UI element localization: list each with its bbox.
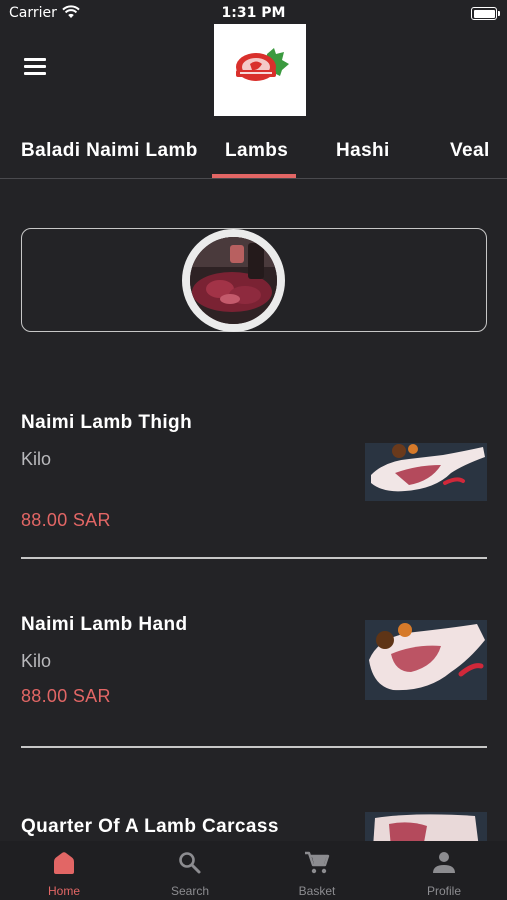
product-price: 88.00 SAR [21,686,111,706]
app-header [0,24,507,120]
cart-icon [305,851,330,874]
product-item[interactable]: Naimi Lamb Hand Kilo 88.00 SAR [21,610,487,720]
search-icon [179,852,201,874]
home-icon [54,852,74,874]
nav-basket[interactable]: Basket [254,841,380,900]
nav-home-label: Home [47,884,80,898]
hamburger-icon [24,58,46,61]
tab-hashi[interactable]: Hashi [336,140,390,162]
product-image [365,812,487,842]
product-name: Naimi Lamb Thigh [21,412,193,433]
nav-profile[interactable]: Profile [381,841,507,900]
category-banner [21,228,487,332]
tab-veal[interactable]: Veal [450,140,490,162]
tab-lambs[interactable]: Lambs [225,140,288,162]
product-image [365,620,487,700]
product-item[interactable]: Naimi Lamb Thigh Kilo 88.00 SAR [21,408,487,538]
brand-logo [214,24,306,116]
status-time: 1:31 PM [221,5,286,21]
person-icon [433,852,455,873]
category-tabs: Baladi Naimi Lamb Lambs Hashi Veal [0,128,507,179]
product-unit: Kilo [21,651,52,671]
nav-home[interactable]: Home [1,841,127,900]
nav-search[interactable]: Search [127,841,253,900]
nav-search-label: Search [170,884,210,898]
nav-basket-label: Basket [298,884,336,898]
product-unit: Kilo [21,449,52,469]
tab-baladi-naimi-lamb[interactable]: Baladi Naimi Lamb [21,140,198,162]
product-name: Quarter Of A Lamb Carcass [21,816,279,837]
nav-profile-label: Profile [426,884,461,898]
product-name: Naimi Lamb Hand [21,614,188,635]
bottom-navigation: Home Search Basket Profile [0,841,507,900]
battery-icon [471,7,500,20]
product-item[interactable]: Quarter Of A Lamb Carcass [21,812,487,842]
product-price: 88.00 SAR [21,510,111,530]
product-divider [21,746,487,748]
category-image [182,229,285,332]
product-divider [21,557,487,559]
product-image [365,443,487,501]
active-tab-indicator [212,174,296,178]
menu-button[interactable] [20,58,50,82]
